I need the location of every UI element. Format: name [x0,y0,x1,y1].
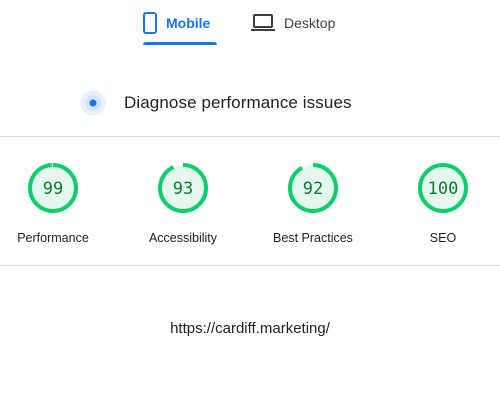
gauge-ring: 100 [418,163,468,213]
tab-mobile[interactable]: Mobile [143,0,217,46]
score-gauge-accessibility[interactable]: 93 Accessibility [128,162,238,252]
score-label: Accessibility [148,231,218,245]
diagnose-title: Diagnose performance issues [124,93,352,112]
divider [0,265,500,266]
score-value: 99 [43,179,63,199]
score-gauge-best-practices[interactable]: 92 Best Practices [258,162,368,252]
device-tabs: Mobile Desktop [0,0,500,46]
gauge-ring: 92 [288,163,338,213]
tab-desktop[interactable]: Desktop [251,0,351,46]
laptop-icon [251,14,275,31]
divider [0,136,500,137]
score-label: Performance [17,231,89,245]
score-value: 93 [173,179,193,199]
score-gauge-seo[interactable]: 100 SEO [388,162,498,252]
active-tab-indicator [143,42,217,45]
score-value: 100 [428,179,459,199]
score-label: Best Practices [273,231,353,245]
gauge-ring: 93 [158,163,208,213]
tab-desktop-label: Desktop [284,15,336,31]
pulse-dot-icon [80,90,106,116]
tested-url: https://cardiff.marketing/ [170,320,330,337]
score-gauge-performance[interactable]: 99 Performance [0,162,108,252]
gauge-ring: 99 [28,163,78,213]
smartphone-icon [143,12,157,34]
diagnose-section: Diagnose performance issues [80,88,352,118]
score-label: SEO [429,231,457,245]
tab-mobile-label: Mobile [166,15,211,31]
score-value: 92 [303,179,323,199]
